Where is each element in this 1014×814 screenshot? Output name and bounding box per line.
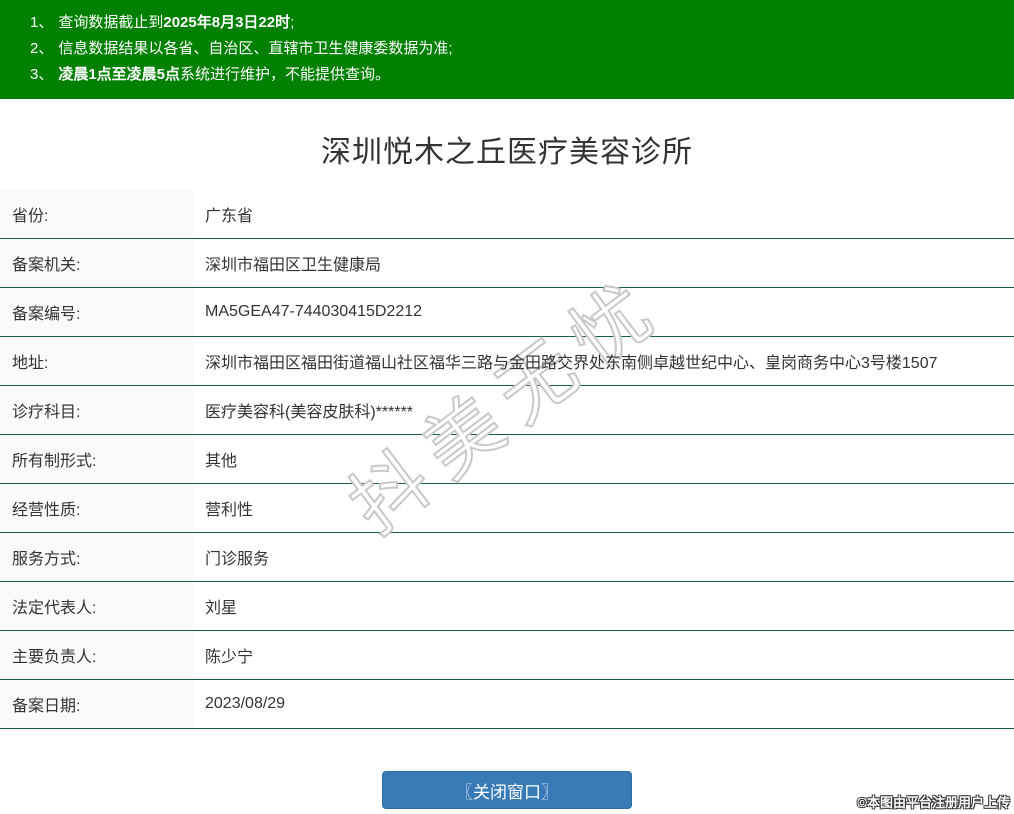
notice-number: 1、 bbox=[30, 14, 53, 31]
page-title: 深圳悦木之丘医疗美容诊所 bbox=[0, 135, 1014, 171]
row-value: 门诊服务 bbox=[193, 533, 1014, 581]
table-row-filing-authority: 备案机关: 深圳市福田区卫生健康局 bbox=[0, 239, 1014, 288]
row-value: 深圳市福田区卫生健康局 bbox=[193, 239, 1014, 287]
notice-number: 3、 bbox=[30, 66, 53, 83]
row-value: 刘星 bbox=[193, 582, 1014, 630]
info-table: 省份: 广东省 备案机关: 深圳市福田区卫生健康局 备案编号: MA5GEA47… bbox=[0, 190, 1014, 729]
row-label: 地址: bbox=[0, 337, 193, 385]
notice-line-1: 1、查询数据截止到2025年8月3日22时; bbox=[30, 10, 1004, 36]
notice-text-bold: 2025年8月3日22时 bbox=[163, 14, 290, 31]
table-row-service-mode: 服务方式: 门诊服务 bbox=[0, 533, 1014, 582]
row-label: 省份: bbox=[0, 190, 193, 238]
notice-text-bold: 凌晨1点至凌晨5点 bbox=[58, 66, 180, 83]
row-value: MA5GEA47-744030415D2212 bbox=[193, 288, 1014, 336]
table-row-legal-representative: 法定代表人: 刘星 bbox=[0, 582, 1014, 631]
row-value: 陈少宁 bbox=[193, 631, 1014, 679]
notice-number: 2、 bbox=[30, 40, 53, 57]
table-row-treatment-subjects: 诊疗科目: 医疗美容科(美容皮肤科)****** bbox=[0, 386, 1014, 435]
notice-text: 系统进行维护，不能提供查询。 bbox=[180, 66, 390, 83]
notice-line-3: 3、凌晨1点至凌晨5点系统进行维护，不能提供查询。 bbox=[30, 62, 1004, 88]
table-row-principal-person: 主要负责人: 陈少宁 bbox=[0, 631, 1014, 680]
notice-text: 信息数据结果以各省、自治区、直辖市卫生健康委数据为准; bbox=[58, 40, 452, 57]
row-label: 诊疗科目: bbox=[0, 386, 193, 434]
row-label: 所有制形式: bbox=[0, 435, 193, 483]
table-row-business-nature: 经营性质: 营利性 bbox=[0, 484, 1014, 533]
notice-banner: 1、查询数据截止到2025年8月3日22时; 2、信息数据结果以各省、自治区、直… bbox=[0, 0, 1014, 99]
row-label: 经营性质: bbox=[0, 484, 193, 532]
row-label: 备案编号: bbox=[0, 288, 193, 336]
image-credit-label: ©本图由平台注册用户上传 bbox=[857, 792, 1010, 811]
row-label: 主要负责人: bbox=[0, 631, 193, 679]
close-window-button[interactable]: 〖关闭窗口〗 bbox=[382, 771, 632, 809]
row-label: 法定代表人: bbox=[0, 582, 193, 630]
row-label: 备案日期: bbox=[0, 680, 193, 728]
row-value: 深圳市福田区福田街道福山社区福华三路与金田路交界处东南侧卓越世纪中心、皇岗商务中… bbox=[193, 337, 1014, 385]
notice-text: ; bbox=[290, 14, 294, 31]
row-value: 营利性 bbox=[193, 484, 1014, 532]
row-label: 备案机关: bbox=[0, 239, 193, 287]
table-row-filing-date: 备案日期: 2023/08/29 bbox=[0, 680, 1014, 729]
table-row-address: 地址: 深圳市福田区福田街道福山社区福华三路与金田路交界处东南侧卓越世纪中心、皇… bbox=[0, 337, 1014, 386]
row-value: 医疗美容科(美容皮肤科)****** bbox=[193, 386, 1014, 434]
table-row-filing-number: 备案编号: MA5GEA47-744030415D2212 bbox=[0, 288, 1014, 337]
row-value: 其他 bbox=[193, 435, 1014, 483]
table-row-province: 省份: 广东省 bbox=[0, 190, 1014, 239]
notice-text: 查询数据截止到 bbox=[58, 14, 163, 31]
row-value: 2023/08/29 bbox=[193, 680, 1014, 728]
notice-line-2: 2、信息数据结果以各省、自治区、直辖市卫生健康委数据为准; bbox=[30, 36, 1004, 62]
row-label: 服务方式: bbox=[0, 533, 193, 581]
row-value: 广东省 bbox=[193, 190, 1014, 238]
table-row-ownership-form: 所有制形式: 其他 bbox=[0, 435, 1014, 484]
